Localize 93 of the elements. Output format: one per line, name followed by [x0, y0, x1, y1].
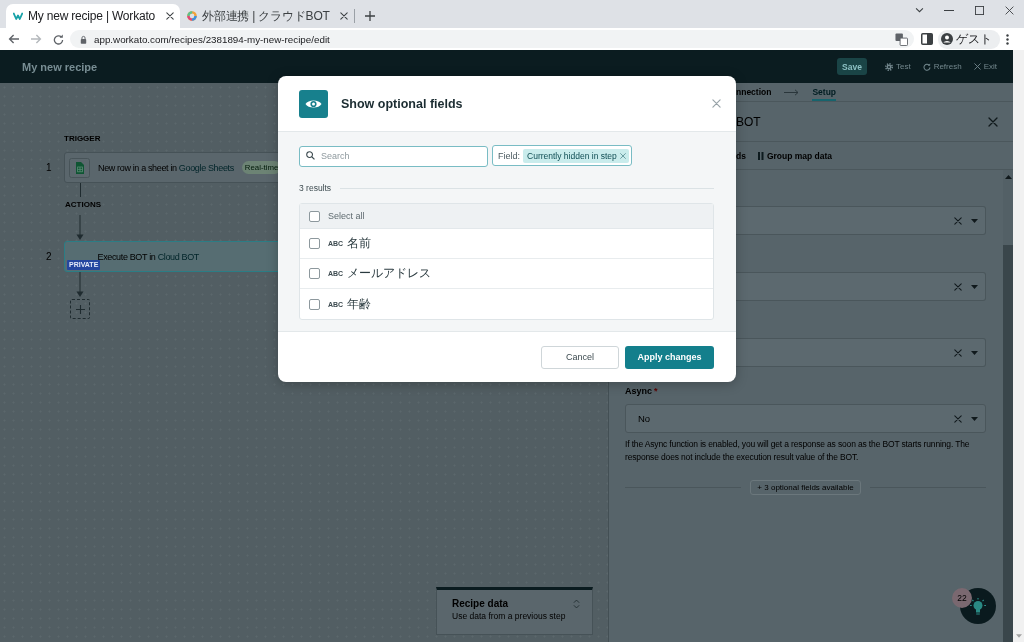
lightbulb-icon: [969, 597, 987, 615]
field-label: Async: [625, 385, 652, 397]
logo-icon: [187, 11, 197, 21]
filter-chip[interactable]: Field: Currently hidden in step: [492, 145, 632, 166]
test-button[interactable]: Test: [884, 62, 911, 71]
search-field[interactable]: Search: [299, 145, 488, 167]
connector-arrow: [75, 272, 85, 297]
refresh-icon: [922, 62, 931, 71]
caret-icon[interactable]: [971, 416, 978, 421]
panel-subtitle: Use data from a previous step: [452, 611, 567, 621]
scrollbar[interactable]: [1013, 50, 1024, 642]
close-icon[interactable]: [340, 12, 348, 20]
select-field[interactable]: [736, 338, 986, 367]
browser-tab[interactable]: 外部連携 | クラウドBOT: [180, 4, 354, 28]
bars-icon: [757, 151, 764, 160]
checkbox[interactable]: [309, 210, 320, 222]
section-label: ACTIONS: [65, 200, 101, 210]
field-hint: If the Async function is enabled, you will get a response as soon as the BOT starts running. The response does not include the execution result value of the BOT.: [625, 438, 971, 464]
arrow-down-icon[interactable]: [1015, 634, 1022, 638]
step-number: 1: [45, 162, 53, 173]
filter-label: Field:: [498, 150, 520, 161]
clear-icon[interactable]: [954, 216, 962, 225]
clear-icon[interactable]: [954, 348, 962, 357]
field-name: 年齢: [347, 295, 372, 313]
optional-fields-button[interactable]: + 3 optional fields available: [750, 480, 861, 495]
step-number: 2: [45, 251, 53, 262]
toolbar-button[interactable]: ds: [736, 150, 746, 161]
search-icon: [306, 151, 315, 160]
apply-button[interactable]: Apply changes: [625, 345, 714, 369]
arrow-up-icon[interactable]: [1004, 175, 1012, 179]
overlapping-squares-icon[interactable]: [895, 32, 908, 46]
select-field[interactable]: [736, 272, 986, 301]
scrollbar[interactable]: [1003, 170, 1013, 642]
profile-icon: [941, 33, 953, 45]
refresh-button[interactable]: Refresh: [922, 62, 962, 71]
modal-title: Show optional fields: [341, 96, 464, 111]
checkbox[interactable]: [309, 238, 320, 249]
result-count: 3 results: [299, 183, 332, 193]
connector-line: [80, 183, 81, 197]
panel-title: Recipe data: [452, 598, 509, 609]
select-all-label: Select all: [328, 211, 365, 221]
scrollbar-thumb[interactable]: [1003, 245, 1013, 642]
select-field[interactable]: No: [625, 404, 986, 433]
gear-icon: [884, 62, 893, 71]
reload-icon[interactable]: [52, 33, 64, 45]
connector-arrow: [75, 215, 85, 240]
step-tab[interactable]: nnection: [736, 83, 772, 101]
forward-icon[interactable]: [30, 33, 42, 45]
filter-tag[interactable]: Currently hidden in step: [523, 148, 629, 163]
exit-button[interactable]: Exit: [973, 62, 997, 71]
required-mark: *: [654, 385, 658, 397]
browser-tab[interactable]: My new recipe | Workato: [6, 4, 180, 28]
more-icon[interactable]: [1006, 33, 1009, 45]
checkbox[interactable]: [309, 268, 320, 279]
minimize-icon[interactable]: [944, 9, 954, 11]
step-tab[interactable]: Setup: [812, 83, 837, 101]
side-panel-icon[interactable]: [921, 33, 933, 45]
add-step-button[interactable]: [70, 299, 90, 319]
clear-icon[interactable]: [954, 414, 962, 423]
notification-badge: 22: [952, 588, 972, 608]
plus-icon: [75, 304, 85, 314]
caret-icon[interactable]: [971, 350, 978, 355]
close-icon[interactable]: [166, 12, 174, 20]
caret-icon[interactable]: [971, 218, 978, 223]
section-label: TRIGGER: [64, 134, 101, 144]
step-title: New row in a sheet in Google Sheets: [98, 162, 234, 173]
eye-icon: [299, 89, 328, 118]
address-bar[interactable]: app.workato.com/recipes/2381894-my-new-recipe/edit: [70, 30, 914, 48]
arrow-right-icon: [784, 88, 800, 96]
back-icon[interactable]: [8, 33, 20, 45]
recipe-title: My new recipe: [22, 60, 98, 73]
recipe-data-panel[interactable]: Recipe data Use data from a previous step: [436, 587, 593, 635]
cancel-button[interactable]: Cancel: [541, 345, 619, 369]
step-title: Execute BOT in Cloud BOT: [97, 251, 199, 262]
close-icon: [973, 63, 981, 70]
profile-button[interactable]: ゲスト: [938, 29, 1000, 49]
save-button[interactable]: Save: [837, 58, 867, 75]
sort-icon[interactable]: [573, 598, 580, 609]
close-icon[interactable]: [1004, 5, 1014, 15]
checkbox[interactable]: [309, 298, 320, 310]
field-name: メールアドレス: [347, 265, 432, 282]
maximize-icon[interactable]: [974, 5, 984, 15]
field-name: 名前: [347, 235, 372, 252]
toolbar-button[interactable]: Group map data: [757, 150, 833, 161]
spreadsheet-icon: [69, 157, 90, 178]
clear-icon[interactable]: [954, 282, 962, 291]
caret-icon[interactable]: [971, 284, 978, 289]
logo-icon: [13, 11, 23, 21]
chevron-down-icon[interactable]: [914, 7, 924, 13]
lock-icon[interactable]: [80, 34, 87, 44]
panel-title: BOT: [736, 114, 762, 129]
plus-icon[interactable]: [365, 11, 375, 21]
select-field[interactable]: [736, 206, 986, 235]
